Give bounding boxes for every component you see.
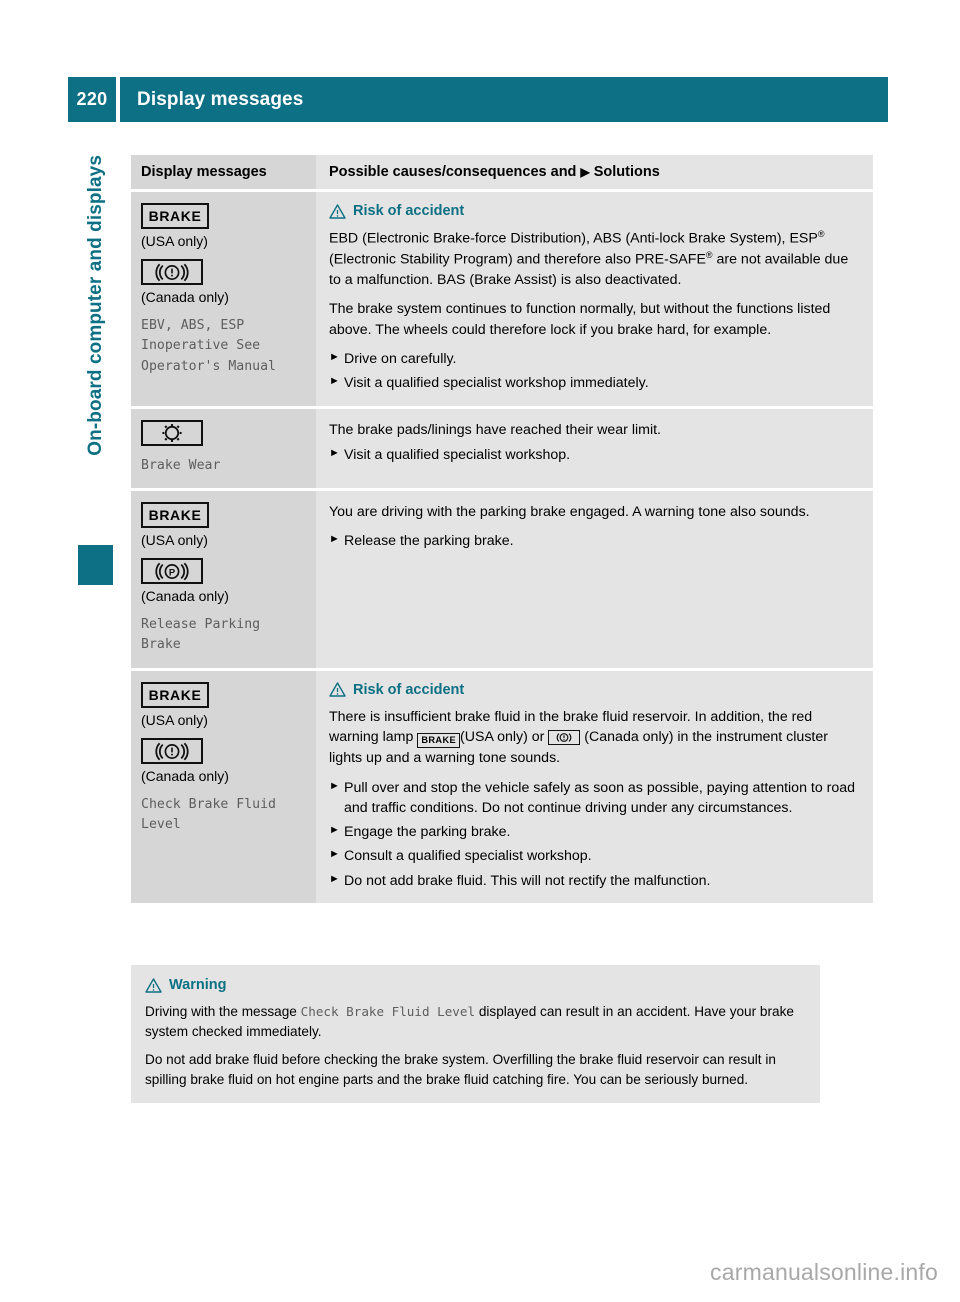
table-header-row: Display messages Possible causes/consequ…	[131, 155, 873, 189]
row1-message-cell: BRAKE (USA only) (Canada only) EBV, ABS,…	[131, 192, 316, 406]
row4-hazard-title: Risk of accident	[353, 681, 465, 698]
page-number: 220	[68, 77, 116, 122]
brake-circle-exclamation-icon	[141, 259, 203, 286]
bullet-triangle-icon: ►	[329, 350, 340, 363]
bullet-triangle-icon: ►	[329, 375, 340, 388]
table-row: BRAKE (USA only) (Canada only) Check Bra…	[131, 670, 873, 904]
brake-circle-exclamation-glyph	[557, 733, 572, 743]
row1-display-text: EBV, ABS, ESP Inoperative See Operator's…	[141, 317, 276, 374]
row2-message-cell: Brake Wear	[131, 408, 316, 488]
row4-canada-note: (Canada only)	[141, 768, 229, 785]
column-header-text-pre: Possible causes/consequences and	[329, 164, 577, 180]
bullet-triangle-icon: ►	[329, 533, 340, 546]
row4-bullet-1: ► Pull over and stop the vehicle safely …	[329, 778, 859, 819]
row4-causes-cell: Risk of accident There is insufficient b…	[316, 670, 873, 904]
row4-display-text: Check Brake Fluid Level	[141, 796, 276, 833]
row4-bullet-1-text: Pull over and stop the vehicle safely as…	[344, 779, 856, 816]
chapter-tab-block	[78, 545, 113, 585]
row3-usa-note: (USA only)	[141, 532, 208, 548]
chapter-tab: On-board computer and displays	[78, 155, 114, 585]
table-row: BRAKE (USA only) P (Canada only) Release…	[131, 491, 873, 668]
row1-bullet-2-text: Visit a qualified specialist workshop im…	[344, 375, 649, 392]
bullet-triangle-icon: ►	[329, 872, 340, 885]
display-messages-table: Display messages Possible causes/consequ…	[131, 155, 873, 906]
row1-usa-note: (USA only)	[141, 233, 208, 249]
bullet-triangle-icon: ►	[329, 824, 340, 837]
row2-causes-cell: The brake pads/linings have reached thei…	[316, 408, 873, 488]
row3-causes-cell: You are driving with the parking brake e…	[316, 491, 873, 668]
row2-bullet-1: ► Visit a qualified specialist workshop.	[329, 445, 859, 465]
site-watermark: carmanualsonline.info	[710, 1259, 938, 1285]
bullet-triangle-icon: ►	[329, 779, 340, 792]
warning-box-header: Warning	[145, 977, 806, 993]
brake-circle-exclamation-glyph	[155, 742, 189, 761]
row4-paragraph-1: There is insufficient brake fluid in the…	[329, 707, 859, 769]
warning-message-name: Check Brake Fluid Level	[300, 1004, 476, 1019]
brake-word-icon-label: BRAKE	[148, 507, 202, 523]
row4-message-cell: BRAKE (USA only) (Canada only) Check Bra…	[131, 670, 316, 904]
brake-wear-glyph	[162, 423, 182, 442]
table-row: BRAKE (USA only) (Canada only) EBV, ABS,…	[131, 192, 873, 406]
warning-para-part-a: Driving with the message	[145, 1004, 297, 1019]
column-header-display-messages: Display messages	[131, 155, 316, 189]
row4-para-part-b: (USA only) or	[460, 729, 545, 746]
warning-box-title: Warning	[169, 977, 227, 993]
table-row: Brake Wear The brake pads/linings have r…	[131, 408, 873, 488]
column-header-text-post: Solutions	[593, 164, 660, 180]
warning-triangle-icon	[329, 682, 346, 698]
brake-word-icon-label: BRAKE	[148, 686, 202, 703]
warning-triangle-icon	[329, 203, 346, 219]
warning-box-paragraph-2: Do not add brake fluid before checking t…	[145, 1052, 776, 1087]
page-header-bar: 220 Display messages	[68, 77, 888, 122]
row1-hazard-header: Risk of accident	[329, 203, 859, 219]
warning-triangle-icon	[145, 977, 162, 993]
page-title: Display messages	[120, 77, 888, 122]
row4-bullet-2: ► Engage the parking brake.	[329, 822, 859, 842]
row4-hazard-header: Risk of accident	[329, 682, 859, 698]
row1-causes-cell: Risk of accident EBD (Electronic Brake-f…	[316, 192, 873, 406]
row1-canada-note: (Canada only)	[141, 289, 229, 306]
chapter-tab-label: On-board computer and displays	[85, 155, 106, 456]
parking-brake-p-icon: P	[141, 558, 203, 585]
row1-paragraph-2: The brake system continues to function n…	[329, 301, 831, 338]
bullet-triangle-icon: ►	[329, 848, 340, 861]
brake-word-icon-label: BRAKE	[148, 208, 202, 224]
row3-canada-note: (Canada only)	[141, 588, 229, 605]
row3-bullet-1: ► Release the parking brake.	[329, 531, 859, 551]
warning-box-paragraph-1: Driving with the message Check Brake Flu…	[145, 1002, 806, 1041]
row1-bullet-2: ► Visit a qualified specialist workshop …	[329, 373, 859, 393]
brake-word-inline-icon: BRAKE	[417, 733, 461, 749]
column-header-causes-solutions: Possible causes/consequences and ▶ Solut…	[316, 155, 873, 189]
brake-word-icon: BRAKE	[141, 681, 209, 708]
row3-bullet-1-text: Release the parking brake.	[344, 533, 514, 550]
brake-circle-exclamation-icon	[141, 738, 203, 765]
row2-display-text: Brake Wear	[141, 457, 221, 473]
row4-bullet-2-text: Engage the parking brake.	[344, 824, 511, 841]
row4-bullet-4: ► Do not add brake fluid. This will not …	[329, 871, 859, 891]
row3-display-text: Release Parking Brake	[141, 616, 261, 653]
row1-hazard-title: Risk of accident	[353, 203, 465, 219]
brake-circle-exclamation-glyph	[155, 263, 189, 282]
row4-bullet-3: ► Consult a qualified specialist worksho…	[329, 846, 859, 866]
brake-word-icon: BRAKE	[141, 203, 209, 229]
bullet-triangle-icon: ►	[329, 446, 340, 459]
warning-box: Warning Driving with the message Check B…	[131, 965, 820, 1104]
brake-wear-icon	[141, 419, 203, 446]
parking-brake-p-glyph: P	[155, 562, 189, 581]
brake-circle-exclamation-inline-icon	[548, 730, 581, 746]
row2-paragraph-1: The brake pads/linings have reached thei…	[329, 421, 661, 438]
solutions-marker-icon: ▶	[580, 165, 590, 179]
row3-paragraph-1: You are driving with the parking brake e…	[329, 504, 810, 520]
brake-word-icon: BRAKE	[141, 502, 209, 528]
svg-text:P: P	[169, 566, 175, 577]
row4-bullet-3-text: Consult a qualified specialist workshop.	[344, 848, 592, 865]
row4-bullet-4-text: Do not add brake fluid. This will not re…	[344, 872, 711, 889]
row1-paragraph-1: EBD (Electronic Brake-force Distribution…	[329, 229, 849, 289]
row4-usa-note: (USA only)	[141, 711, 208, 728]
row3-message-cell: BRAKE (USA only) P (Canada only) Release…	[131, 491, 316, 668]
row1-bullet-1-text: Drive on carefully.	[344, 350, 457, 367]
row1-bullet-1: ► Drive on carefully.	[329, 349, 859, 369]
row2-bullet-1-text: Visit a qualified specialist workshop.	[344, 446, 571, 463]
